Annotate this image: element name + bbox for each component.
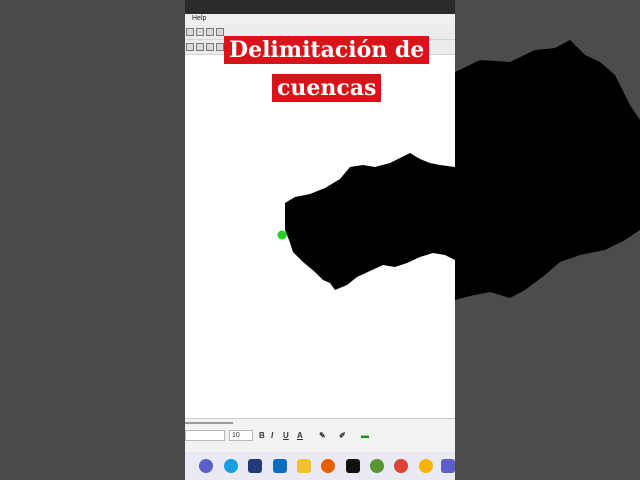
- left-blur-background: [0, 0, 185, 480]
- identify-icon[interactable]: [216, 43, 224, 51]
- font-name-field[interactable]: [185, 430, 225, 441]
- menu-help[interactable]: Help: [192, 15, 206, 22]
- chrome-beta-icon[interactable]: [419, 459, 433, 473]
- font-color-icon[interactable]: A: [297, 430, 303, 441]
- qgis-icon[interactable]: [370, 459, 384, 473]
- chrome-icon[interactable]: [394, 459, 408, 473]
- edge-icon[interactable]: [224, 459, 238, 473]
- horizontal-scrollbar[interactable]: [185, 422, 233, 424]
- layout-icon[interactable]: [206, 28, 214, 36]
- font-size-field[interactable]: 10: [229, 430, 253, 441]
- zoom-icon[interactable]: [186, 43, 194, 51]
- menu-bar: Help: [185, 14, 455, 25]
- mail-icon[interactable]: [273, 459, 287, 473]
- video-title-line-1: Delimitación de: [224, 36, 430, 64]
- open-icon[interactable]: [186, 28, 194, 36]
- save-icon[interactable]: [196, 28, 204, 36]
- video-title-line-2: cuencas: [272, 74, 382, 102]
- highlight-icon[interactable]: ✎: [319, 430, 326, 441]
- blurred-watershed-shape: [455, 40, 640, 300]
- format-toolbar: 10 B I U A ✎ ✐ ▬: [185, 418, 455, 453]
- firefox-icon[interactable]: [321, 459, 335, 473]
- notion-icon[interactable]: [346, 459, 360, 473]
- print-icon[interactable]: [216, 28, 224, 36]
- chat-icon[interactable]: [199, 459, 213, 473]
- watershed-polygon: [285, 153, 455, 290]
- right-blur-background: [455, 0, 640, 480]
- fill-color-icon[interactable]: ▬: [361, 430, 369, 441]
- line-color-icon[interactable]: ✐: [339, 430, 346, 441]
- pan-icon[interactable]: [196, 43, 204, 51]
- select-icon[interactable]: [206, 43, 214, 51]
- teams-icon[interactable]: [441, 459, 455, 473]
- taskbar: [185, 452, 455, 480]
- map-canvas[interactable]: [185, 55, 455, 418]
- pour-point-marker[interactable]: [277, 230, 287, 240]
- bold-button[interactable]: B: [259, 430, 265, 441]
- screen-recording-area: Help 10 B I U A ✎ ✐ ▬: [185, 0, 455, 480]
- italic-button[interactable]: I: [271, 430, 273, 441]
- dropbox-icon[interactable]: [248, 459, 262, 473]
- window-title-bar: [185, 0, 455, 14]
- underline-button[interactable]: U: [283, 430, 289, 441]
- file-explorer-icon[interactable]: [297, 459, 311, 473]
